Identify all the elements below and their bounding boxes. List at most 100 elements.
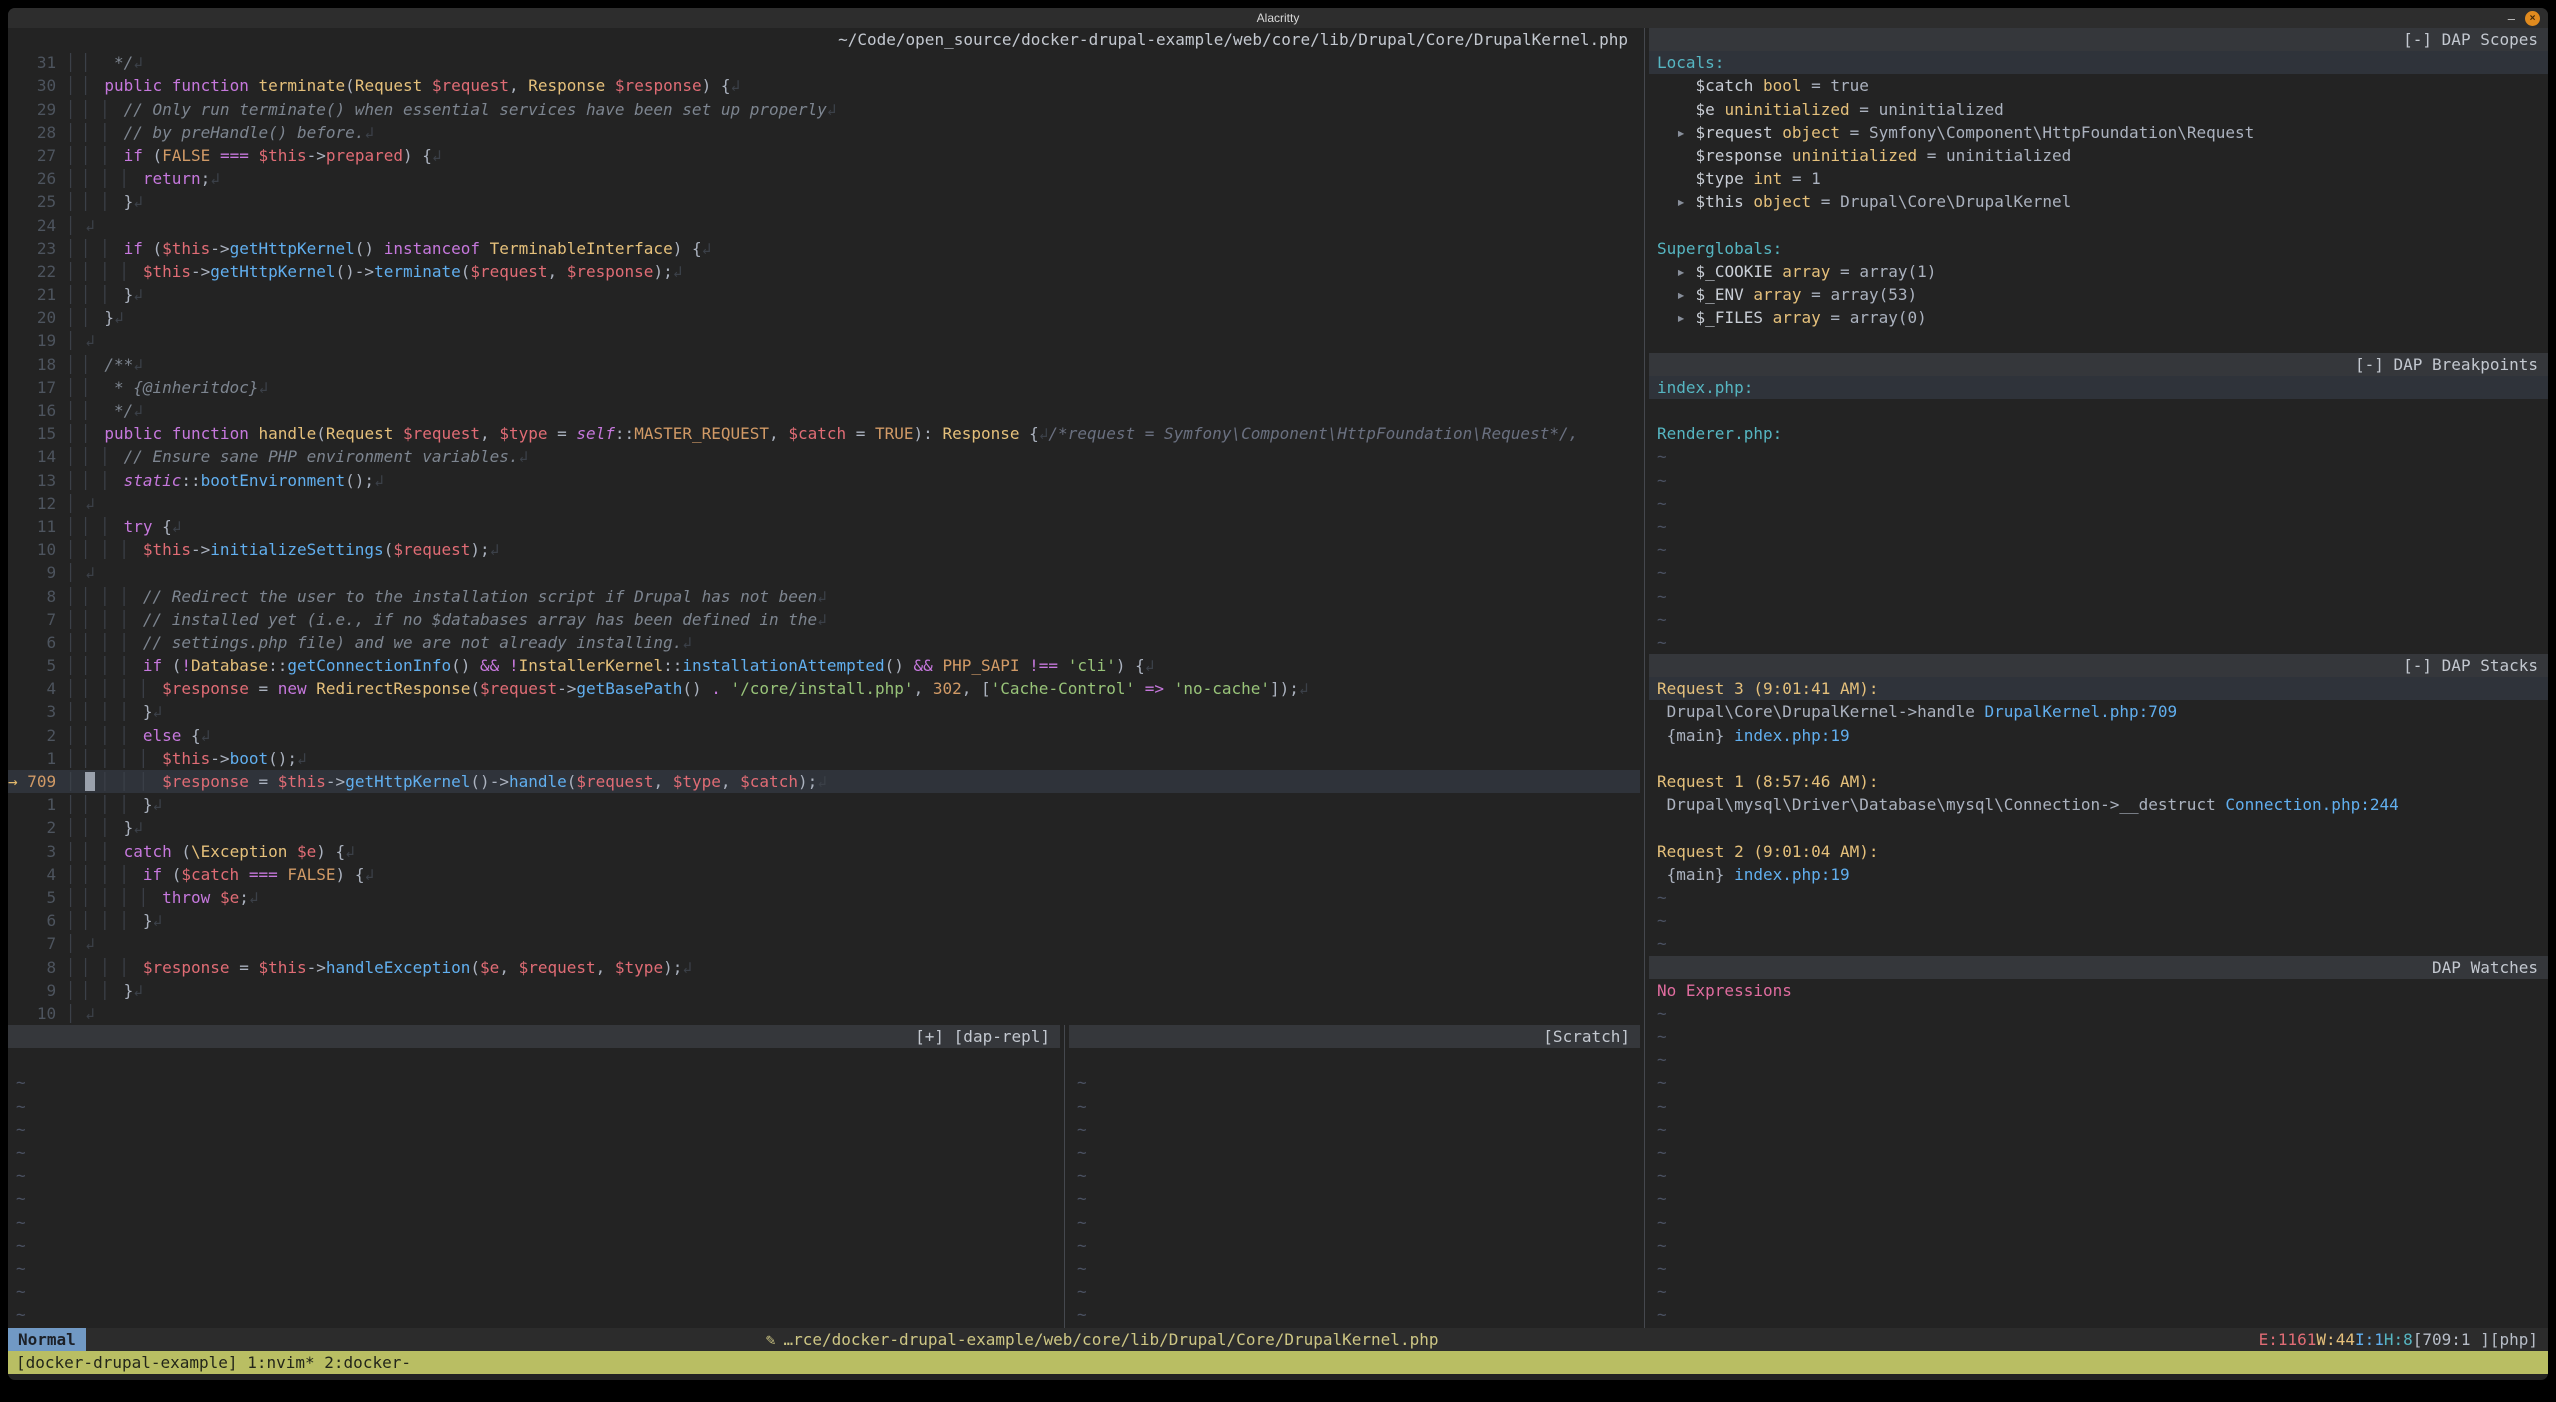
scratch-content[interactable]: ~~~~~~~~~~~ bbox=[1069, 1048, 1640, 1326]
tmux-window-nvim[interactable]: 1:nvim* bbox=[247, 1353, 314, 1372]
text-segment: ▏ bbox=[85, 401, 104, 420]
text-segment: object bbox=[1782, 123, 1840, 142]
text-segment: ↲ bbox=[133, 285, 143, 304]
dap-repl-content[interactable]: ~~~~~~~~~~~ bbox=[8, 1048, 1060, 1326]
text-segment bbox=[1686, 285, 1696, 304]
text-segment: ↲ bbox=[817, 610, 827, 629]
text-segment: ↲ bbox=[133, 818, 143, 837]
text-segment: // installed yet (i.e., if no $databases… bbox=[143, 610, 817, 629]
dap-scopes-header[interactable]: [-] DAP Scopes bbox=[1649, 28, 2548, 51]
text-segment: index.php: bbox=[1657, 378, 1753, 397]
text-segment: ▸ bbox=[1676, 192, 1686, 211]
text-segment bbox=[278, 865, 288, 884]
dap-breakpoints-header[interactable]: [-] DAP Breakpoints bbox=[1649, 353, 2548, 376]
text-segment bbox=[933, 656, 943, 675]
text-segment: ~ bbox=[16, 1120, 26, 1139]
text-segment: $request bbox=[1696, 123, 1773, 142]
text-segment: === bbox=[220, 146, 249, 165]
dap-sidebar[interactable]: [-] DAP ScopesLocals: $catch bool = true… bbox=[1649, 28, 2548, 1328]
text-segment: $response bbox=[567, 262, 654, 281]
text-segment: ▏ ▏ ▏ bbox=[85, 911, 143, 930]
text-segment: /** bbox=[104, 355, 133, 374]
text-segment: │ bbox=[56, 633, 85, 652]
text-segment: [php] bbox=[2490, 1330, 2538, 1349]
text-segment: ▏ ▏ ▏ ▏ bbox=[85, 888, 162, 907]
text-segment: $this bbox=[162, 239, 210, 258]
text-segment: ▏ ▏ ▏ bbox=[85, 865, 143, 884]
text-segment: array(0) bbox=[1850, 308, 1927, 327]
text-segment bbox=[480, 239, 490, 258]
line-number: 3 bbox=[8, 700, 56, 723]
text-segment: = bbox=[1802, 285, 1831, 304]
text-segment: // settings.php file) and we are not alr… bbox=[143, 633, 682, 652]
line-number: 10 bbox=[8, 1002, 56, 1025]
text-segment: ( bbox=[162, 865, 181, 884]
text-segment: ~ bbox=[1657, 1305, 1667, 1324]
mode-indicator: Normal bbox=[8, 1328, 86, 1351]
text-segment: , bbox=[509, 76, 528, 95]
close-button[interactable]: × bbox=[2525, 11, 2540, 26]
text-segment: ) { bbox=[403, 146, 432, 165]
text-segment: ()-> bbox=[470, 772, 509, 791]
text-segment: ( bbox=[162, 656, 181, 675]
minimize-button[interactable]: – bbox=[2508, 12, 2515, 25]
text-segment: ↲ bbox=[374, 471, 384, 490]
text-segment: } bbox=[143, 911, 153, 930]
text-segment: \Exception bbox=[191, 842, 287, 861]
text-segment: │ bbox=[56, 540, 85, 559]
scratch-window[interactable]: [Scratch] ~~~~~~~~~~~ bbox=[1069, 1025, 1640, 1328]
text-segment: ↲ bbox=[85, 494, 95, 513]
text-segment: ▏ ▏ bbox=[85, 239, 124, 258]
panel-row: ▸ $_ENV array = array(53) bbox=[1649, 283, 2548, 306]
text-segment: terminate bbox=[374, 262, 461, 281]
text-segment: ▏ ▏ bbox=[85, 123, 124, 142]
text-segment: // Redirect the user to the installation… bbox=[143, 587, 817, 606]
scratch-title: [Scratch] bbox=[1543, 1027, 1630, 1046]
text-segment: !== bbox=[1029, 656, 1058, 675]
panel-row: ▸ $_COOKIE array = array(1) bbox=[1649, 260, 2548, 283]
text-segment: object bbox=[1753, 192, 1811, 211]
panel-row: ▸ $this object = Drupal\Core\DrupalKerne… bbox=[1649, 190, 2548, 213]
code-editor[interactable]: 31 │ ▏ */↲30 │ ▏ public function termina… bbox=[8, 51, 1640, 1025]
text-segment: $this bbox=[258, 958, 306, 977]
text-segment: static bbox=[124, 471, 182, 490]
text-segment: │ bbox=[56, 911, 85, 930]
text-segment: ▏ ▏ bbox=[85, 285, 124, 304]
text-segment: ↲ bbox=[1299, 679, 1309, 698]
code-line: 30 │ ▏ public function terminate(Request… bbox=[8, 74, 1640, 97]
text-segment: $request bbox=[576, 772, 653, 791]
text-segment: getBasePath bbox=[576, 679, 682, 698]
dap-repl-window[interactable]: [+] [dap-repl] ~~~~~~~~~~~ bbox=[8, 1025, 1060, 1328]
text-segment: Database bbox=[191, 656, 268, 675]
text-segment: ~ bbox=[16, 1259, 26, 1278]
text-segment: │ bbox=[56, 772, 85, 791]
statusline-file-path: …rce/docker-drupal-example/web/core/lib/… bbox=[783, 1330, 1438, 1349]
text-segment: Request 1 (8:57:46 AM): bbox=[1657, 772, 1879, 791]
text-segment: TRUE bbox=[875, 424, 914, 443]
text-segment bbox=[1164, 679, 1174, 698]
panel-row: Locals: bbox=[1649, 51, 2548, 74]
text-segment: getConnectionInfo bbox=[287, 656, 451, 675]
text-segment: │ bbox=[56, 563, 85, 582]
text-segment: ~ bbox=[1657, 610, 1667, 629]
text-segment: , bbox=[480, 424, 499, 443]
text-segment: prepared bbox=[326, 146, 403, 165]
text-segment: ~ bbox=[1657, 1189, 1667, 1208]
text-segment: Locals: bbox=[1657, 53, 1724, 72]
code-line: 13 │ ▏ ▏ static::bootEnvironment();↲ bbox=[8, 469, 1640, 492]
text-segment: initializeSettings bbox=[210, 540, 383, 559]
text-segment: -> bbox=[191, 540, 210, 559]
text-segment: ↲ bbox=[1039, 424, 1049, 443]
text-segment: . bbox=[711, 679, 721, 698]
panel-row: Request 1 (8:57:46 AM): bbox=[1649, 770, 2548, 793]
dap-watches-header[interactable]: DAP Watches bbox=[1649, 956, 2548, 979]
text-segment: true bbox=[1830, 76, 1869, 95]
text-segment: InstallerKernel bbox=[519, 656, 664, 675]
panel-row: No Expressions bbox=[1649, 979, 2548, 1002]
window-title: Alacritty bbox=[1257, 11, 1300, 25]
text-segment: ↲ bbox=[364, 123, 374, 142]
tmux-window-docker[interactable]: 2:docker- bbox=[324, 1353, 411, 1372]
text-segment bbox=[1020, 656, 1030, 675]
dap-stacks-header[interactable]: [-] DAP Stacks bbox=[1649, 654, 2548, 677]
text-segment: === bbox=[249, 865, 278, 884]
